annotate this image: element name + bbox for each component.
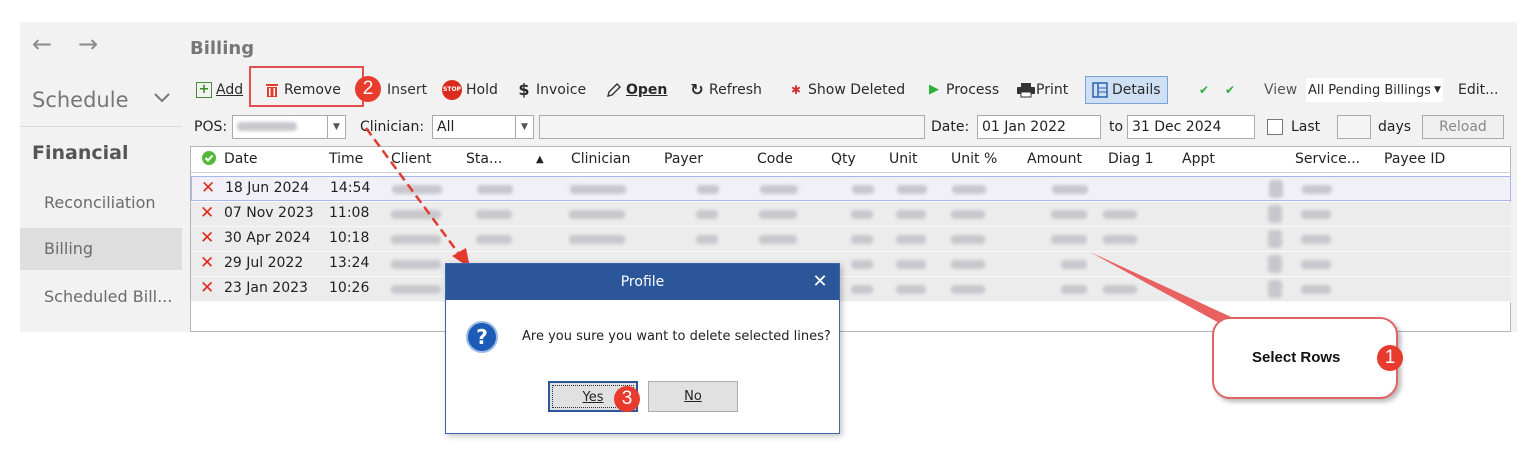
dashed-arrow [364,127,464,259]
dialog-title: Profile [446,264,839,300]
step-badge-3: 3 [614,386,640,412]
close-icon[interactable]: ✕ [801,264,839,300]
callout-pointer [1090,252,1242,330]
question-icon: ? [466,321,498,353]
step-badge-1: 1 [1377,345,1403,371]
dialog-message: Are you sure you want to delete selected… [522,329,831,344]
select-rows-callout: Select Rows 1 [1212,317,1403,399]
confirm-dialog: Profile ✕ ? Are you sure you want to del… [445,263,840,434]
no-button[interactable]: No [648,381,738,412]
